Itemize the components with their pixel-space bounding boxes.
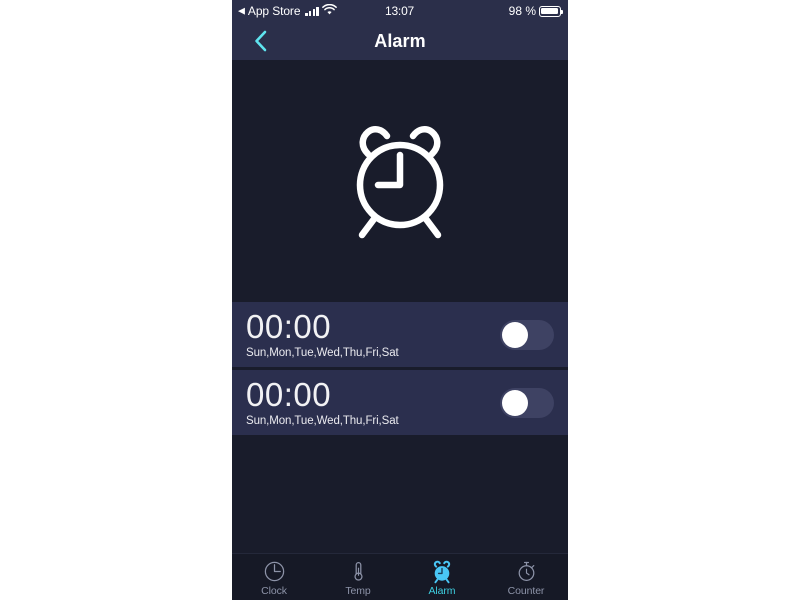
tab-label-clock: Clock	[261, 584, 287, 597]
status-bar-left: ◀ App Store	[232, 3, 372, 19]
status-bar-clock: 13:07	[384, 4, 415, 18]
chevron-left-icon	[255, 30, 267, 52]
alarm-days: Sun,Mon,Tue,Wed,Thu,Fri,Sat	[246, 415, 399, 427]
page-title: Alarm	[374, 30, 426, 51]
stopwatch-icon	[515, 560, 538, 584]
tab-temp[interactable]: Temp	[316, 554, 400, 600]
cellular-signal-icon	[305, 6, 319, 16]
alarm-list: 00:00 Sun,Mon,Tue,Wed,Thu,Fri,Sat 00:00 …	[232, 302, 568, 438]
alarm-time: 00:00	[246, 376, 332, 413]
back-button[interactable]	[248, 28, 274, 54]
hero-illustration	[232, 60, 568, 302]
tab-label-counter: Counter	[507, 584, 545, 597]
tab-counter[interactable]: Counter	[484, 554, 568, 600]
wifi-icon	[321, 3, 337, 19]
status-bar: ◀ App Store 13:07 98 %	[232, 0, 568, 22]
alarm-clock-icon	[356, 125, 444, 239]
navigation-bar: Alarm	[232, 22, 568, 60]
battery-full-icon	[539, 5, 564, 17]
tab-label-temp: Temp	[345, 584, 371, 597]
alarm-days: Sun,Mon,Tue,Wed,Thu,Fri,Sat	[246, 347, 399, 359]
clock-icon	[263, 560, 286, 584]
back-triangle-icon: ◀	[238, 5, 245, 15]
alarm-toggle[interactable]	[500, 320, 554, 350]
tab-bar: Clock Temp Alarm Counter	[232, 553, 568, 600]
toggle-knob	[502, 390, 528, 416]
toggle-knob	[502, 322, 528, 348]
alarm-time: 00:00	[246, 308, 332, 345]
battery-percent-label: 98 %	[508, 4, 536, 18]
tab-label-alarm: Alarm	[428, 584, 456, 597]
tab-alarm[interactable]: Alarm	[400, 554, 484, 600]
screenshot-canvas: ◀ App Store 13:07 98 % Alarm 00:00 Sun,M…	[0, 0, 800, 600]
phone-screen: ◀ App Store 13:07 98 % Alarm 00:00 Sun,M…	[232, 0, 568, 600]
alarm-toggle[interactable]	[500, 388, 554, 418]
alarm-row[interactable]: 00:00 Sun,Mon,Tue,Wed,Thu,Fri,Sat	[232, 370, 568, 438]
status-bar-right: 98 %	[427, 4, 568, 18]
tab-clock[interactable]: Clock	[232, 554, 316, 600]
thermometer-icon	[347, 560, 370, 584]
alarm-clock-icon	[430, 560, 454, 584]
alarm-row[interactable]: 00:00 Sun,Mon,Tue,Wed,Thu,Fri,Sat	[232, 302, 568, 370]
app-store-return-label[interactable]: App Store	[248, 4, 301, 18]
